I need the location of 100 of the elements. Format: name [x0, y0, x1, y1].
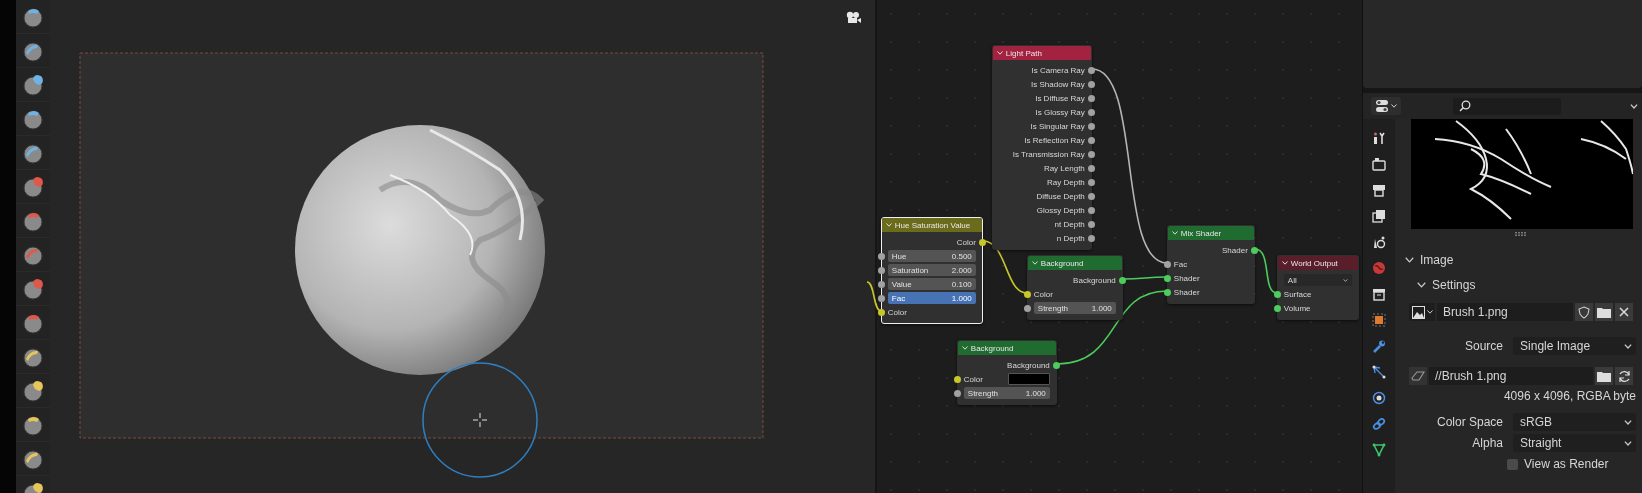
socket-icon[interactable] [953, 389, 961, 397]
socket-icon[interactable] [953, 375, 961, 383]
socket-icon[interactable] [1087, 220, 1095, 228]
socket-icon[interactable] [1087, 94, 1095, 102]
editor-type-button[interactable] [1371, 97, 1402, 115]
alpha-dropdown[interactable]: Straight [1513, 434, 1636, 452]
socket-icon[interactable] [1250, 246, 1258, 254]
shader-node[interactable]: Hue Saturation Value Color Hue 0.500 Saturation 2.000 Value 0.100 Fac 1.000 Color [880, 217, 983, 324]
socket-icon[interactable] [877, 308, 885, 316]
brush-icon[interactable] [21, 39, 44, 62]
color-swatch[interactable] [1007, 373, 1050, 385]
particles-icon[interactable] [1372, 365, 1387, 379]
shader-node[interactable]: Mix Shader Shader Fac Shader Shader [1166, 225, 1255, 304]
brush-icon[interactable] [21, 311, 44, 334]
open-folder-button[interactable] [1595, 303, 1614, 321]
brush-icon[interactable] [21, 243, 44, 266]
search-field[interactable] [1453, 97, 1562, 115]
node-header[interactable]: Hue Saturation Value [881, 218, 982, 232]
socket-icon[interactable] [1273, 290, 1281, 298]
node-header[interactable]: World Output [1277, 256, 1358, 270]
socket-icon[interactable] [1023, 290, 1031, 298]
brush-icon[interactable] [21, 141, 44, 164]
shader-node[interactable]: Background Background Color Strength 1.000 [1026, 255, 1123, 320]
shader-node[interactable]: Light Path Is Camera Ray Is Shadow Ray Is Diffuse Ray Is Glossy Ray Is Singular Ray Is Reflection Ray Is Transmission Ray Ray Length Ray Depth Diffuse Depth Glossy Depth nt Depth n Depth [991, 45, 1092, 250]
socket-icon[interactable] [1087, 234, 1095, 242]
tool-icon[interactable] [1372, 131, 1387, 145]
shader-node[interactable]: World Output All Surface Volume [1276, 255, 1359, 320]
socket-icon[interactable] [1273, 304, 1281, 312]
section-header[interactable]: Image [1405, 252, 1636, 268]
brush-icon[interactable] [21, 73, 44, 96]
brush-icon[interactable] [21, 379, 44, 402]
number-field[interactable]: Value 0.100 [887, 278, 976, 290]
socket-icon[interactable] [1087, 164, 1095, 172]
node-header[interactable]: Background [957, 341, 1056, 355]
socket-icon[interactable] [1087, 178, 1095, 186]
caret-icon[interactable] [996, 51, 1003, 55]
shader-node[interactable]: Background Background Color Strength 1.000 [956, 340, 1057, 405]
socket-icon[interactable] [1163, 274, 1171, 282]
caret-icon[interactable] [961, 346, 968, 350]
layered-images-icon[interactable] [1372, 209, 1387, 223]
number-field[interactable]: Strength 1.000 [963, 387, 1050, 399]
socket-icon[interactable] [1163, 260, 1171, 268]
caret-icon[interactable] [1031, 261, 1038, 265]
node-header[interactable]: Mix Shader [1167, 226, 1254, 240]
square-icon[interactable] [1372, 313, 1387, 327]
camera-back-icon[interactable] [1372, 157, 1387, 171]
color-space-dropdown[interactable]: sRGB [1513, 413, 1636, 431]
socket-icon[interactable] [1052, 361, 1060, 369]
file-path-field[interactable]: //Brush 1.png [1429, 367, 1594, 385]
section-header[interactable]: Settings [1405, 277, 1636, 293]
brush-icon[interactable] [21, 175, 44, 198]
checkbox[interactable] [1507, 458, 1519, 470]
socket-icon[interactable] [877, 266, 885, 274]
number-field[interactable]: Saturation 2.000 [887, 264, 976, 276]
brush-icon[interactable] [21, 107, 44, 130]
socket-icon[interactable] [1087, 122, 1095, 130]
printer-icon[interactable] [1372, 183, 1387, 197]
brush-icon[interactable] [21, 209, 44, 232]
socket-icon[interactable] [877, 294, 885, 302]
brush-icon[interactable] [21, 277, 44, 300]
dropdown[interactable]: All [1283, 274, 1352, 286]
image-browse-button[interactable] [1409, 303, 1436, 321]
socket-icon[interactable] [1087, 136, 1095, 144]
socket-icon[interactable] [1023, 304, 1031, 312]
socket-icon[interactable] [1087, 66, 1095, 74]
triangle-mesh-icon[interactable] [1372, 443, 1387, 457]
node-header[interactable]: Background [1027, 256, 1122, 270]
open-folder-button[interactable] [1595, 367, 1614, 385]
fake-user-button[interactable] [1575, 303, 1594, 321]
socket-icon[interactable] [1087, 192, 1095, 200]
reload-button[interactable] [1615, 367, 1634, 385]
scene-icon[interactable] [1372, 235, 1387, 249]
socket-icon[interactable] [978, 238, 986, 246]
source-dropdown[interactable]: Single Image [1513, 337, 1636, 355]
number-field[interactable]: Hue 0.500 [887, 250, 976, 262]
brush-icon[interactable] [21, 447, 44, 470]
number-field[interactable]: Strength 1.000 [1033, 302, 1116, 314]
socket-icon[interactable] [1087, 108, 1095, 116]
brush-icon[interactable] [21, 5, 44, 28]
node-header[interactable]: Light Path [992, 46, 1091, 60]
socket-icon[interactable] [1087, 80, 1095, 88]
socket-icon[interactable] [877, 252, 885, 260]
globe-icon[interactable] [1372, 261, 1387, 275]
caret-icon[interactable] [1171, 231, 1178, 235]
socket-icon[interactable] [1087, 206, 1095, 214]
socket-icon[interactable] [1118, 276, 1126, 284]
brush-icon[interactable] [21, 413, 44, 436]
wrench-icon[interactable] [1372, 339, 1387, 353]
orbit-icon[interactable] [1372, 391, 1387, 405]
socket-icon[interactable] [877, 280, 885, 288]
image-name-field[interactable]: Brush 1.png [1437, 303, 1574, 321]
close-button[interactable] [1615, 303, 1634, 321]
socket-icon[interactable] [1163, 288, 1171, 296]
socket-icon[interactable] [1087, 150, 1095, 158]
box-icon[interactable] [1372, 287, 1387, 301]
number-field[interactable]: Fac 1.000 [887, 292, 976, 304]
caret-icon[interactable] [1281, 261, 1288, 265]
grip-icon[interactable] [1514, 232, 1527, 236]
movie-camera-icon[interactable] [844, 11, 861, 25]
link-chain-icon[interactable] [1372, 417, 1387, 431]
